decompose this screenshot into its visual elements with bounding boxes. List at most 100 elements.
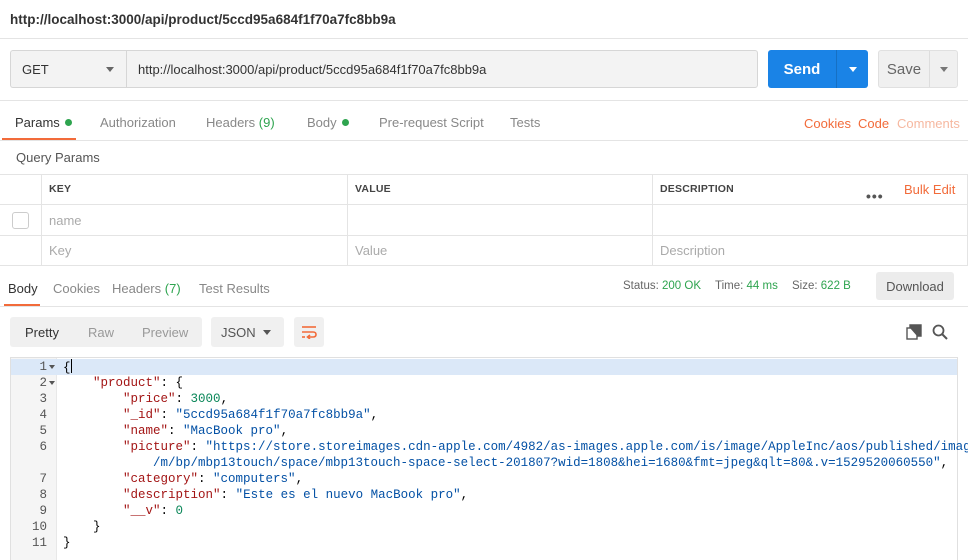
line-number: 7 bbox=[39, 472, 47, 486]
column-header-value: VALUE bbox=[348, 174, 653, 205]
json-number: 0 bbox=[175, 504, 184, 518]
line-number: 10 bbox=[31, 520, 47, 534]
table-row-checkbox-cell bbox=[0, 236, 42, 266]
json-string: "MacBook pro" bbox=[183, 424, 281, 438]
json-key: "price" bbox=[123, 392, 176, 406]
code-line: 3 "price": 3000, bbox=[11, 391, 957, 407]
code-line: 9 "__v": 0 bbox=[11, 503, 957, 519]
copy-icon[interactable] bbox=[906, 324, 922, 340]
send-button[interactable]: Send bbox=[768, 50, 868, 88]
divider bbox=[0, 100, 968, 101]
code-line: 4 "_id": "5ccd95a684f1f70a7fc8bb9a", bbox=[11, 407, 957, 423]
tab-response-cookies[interactable]: Cookies bbox=[53, 281, 100, 296]
json-key: "__v" bbox=[123, 504, 161, 518]
tab-response-headers[interactable]: Headers (7) bbox=[112, 281, 181, 296]
chevron-down-icon bbox=[263, 330, 271, 335]
json-key: "description" bbox=[123, 488, 221, 502]
status-value: 200 OK bbox=[662, 280, 702, 292]
view-preview-button[interactable]: Preview bbox=[142, 325, 188, 340]
save-label: Save bbox=[886, 60, 922, 78]
wrap-lines-button[interactable] bbox=[294, 317, 324, 347]
method-select[interactable]: GET bbox=[10, 50, 126, 88]
request-tabs: Params Authorization Headers (9) Body Pr… bbox=[0, 106, 968, 141]
window-title: http://localhost:3000/api/product/5ccd95… bbox=[10, 11, 396, 27]
response-body-editor[interactable]: 1 { 2 "product": { 3 "price": 3000, 4 "_… bbox=[10, 357, 968, 560]
chevron-down-icon bbox=[106, 67, 114, 72]
new-param-value-input[interactable]: Value bbox=[348, 236, 653, 266]
text-cursor bbox=[70, 359, 72, 373]
tab-test-results[interactable]: Test Results bbox=[199, 281, 270, 296]
tab-tests[interactable]: Tests bbox=[510, 115, 540, 130]
code-line: 5 "name": "MacBook pro", bbox=[11, 423, 957, 439]
url-input[interactable] bbox=[126, 50, 758, 88]
divider bbox=[0, 38, 968, 39]
tab-headers[interactable]: Headers (9) bbox=[206, 115, 275, 130]
json-brace: { bbox=[63, 361, 71, 375]
wrap-icon bbox=[302, 326, 317, 339]
code-link[interactable]: Code bbox=[858, 116, 889, 131]
download-button[interactable]: Download bbox=[876, 272, 954, 300]
size-value: 622 B bbox=[820, 280, 851, 292]
language-select[interactable]: JSON bbox=[211, 317, 284, 347]
json-string: "computers" bbox=[213, 472, 296, 486]
tab-body[interactable]: Body bbox=[307, 115, 349, 130]
more-options-icon[interactable]: ••• bbox=[866, 188, 884, 204]
line-number: 8 bbox=[39, 488, 47, 502]
tab-body-label: Body bbox=[307, 115, 337, 130]
response-tabs: Body Cookies Headers (7) Test Results St… bbox=[0, 272, 968, 307]
tab-response-body[interactable]: Body bbox=[8, 281, 38, 296]
size-label: Size: bbox=[792, 280, 818, 292]
new-param-key-input[interactable]: Key bbox=[42, 236, 348, 266]
response-headers-count: (7) bbox=[164, 281, 181, 296]
view-mode-group: Pretty Raw Preview bbox=[10, 317, 202, 347]
tab-params-label: Params bbox=[15, 115, 60, 130]
request-url-bar: GET Send Save bbox=[10, 50, 958, 88]
json-key: "product" bbox=[93, 376, 161, 390]
code-line: 6 "picture": "https://store.storeimages.… bbox=[11, 439, 968, 455]
fold-arrow-icon[interactable] bbox=[49, 381, 55, 385]
bulk-edit-link[interactable]: Bulk Edit bbox=[904, 182, 955, 197]
time-value: 44 ms bbox=[746, 280, 778, 292]
save-button[interactable]: Save bbox=[878, 50, 958, 88]
save-options-dropdown[interactable] bbox=[930, 66, 957, 72]
param-key-field[interactable]: name bbox=[42, 205, 348, 236]
tab-headers-label: Headers bbox=[206, 115, 256, 130]
query-params-table: KEY VALUE DESCRIPTION name Key Value Des… bbox=[0, 174, 968, 266]
param-description-field[interactable] bbox=[653, 205, 968, 236]
view-pretty-button[interactable]: Pretty bbox=[25, 325, 59, 340]
column-header-key: KEY bbox=[42, 174, 348, 205]
chevron-down-icon bbox=[939, 66, 948, 72]
fold-arrow-icon[interactable] bbox=[49, 365, 55, 369]
line-number: 2 bbox=[39, 376, 47, 390]
active-indicator-dot bbox=[64, 119, 72, 126]
line-number: 3 bbox=[39, 392, 47, 406]
cookies-link[interactable]: Cookies bbox=[804, 116, 851, 131]
response-format-bar: Pretty Raw Preview JSON bbox=[10, 317, 958, 347]
json-brace: } bbox=[93, 520, 101, 534]
divider bbox=[0, 306, 968, 307]
comments-link[interactable]: Comments bbox=[897, 116, 960, 131]
param-enable-checkbox[interactable] bbox=[12, 211, 29, 229]
time-label: Time: bbox=[715, 280, 744, 292]
json-string: "5ccd95a684f1f70a7fc8bb9a" bbox=[175, 408, 371, 422]
tab-response-headers-label: Headers bbox=[112, 281, 162, 296]
json-string: "https://store.storeimages.cdn-apple.com… bbox=[205, 440, 968, 454]
view-raw-button[interactable]: Raw bbox=[88, 325, 114, 340]
search-icon[interactable] bbox=[932, 324, 948, 340]
tab-authorization[interactable]: Authorization bbox=[100, 115, 176, 130]
line-number: 5 bbox=[39, 424, 47, 438]
param-value-field[interactable] bbox=[348, 205, 653, 236]
json-string: "Este es el nuevo MacBook pro" bbox=[235, 488, 461, 502]
json-key: "picture" bbox=[123, 440, 191, 454]
code-line: 1 { bbox=[11, 359, 957, 375]
line-number: 9 bbox=[39, 504, 47, 518]
send-options-dropdown[interactable] bbox=[837, 66, 868, 72]
table-row-checkbox-cell bbox=[0, 205, 42, 236]
tab-params[interactable]: Params bbox=[15, 115, 72, 130]
tab-prerequest-script[interactable]: Pre-request Script bbox=[379, 115, 484, 130]
code-line: 8 "description": "Este es el nuevo MacBo… bbox=[11, 487, 957, 503]
new-param-description-input[interactable]: Description bbox=[653, 236, 968, 266]
line-number: 11 bbox=[31, 536, 47, 550]
send-label: Send bbox=[783, 60, 821, 78]
time-readout: Time: 44 ms bbox=[715, 280, 778, 292]
